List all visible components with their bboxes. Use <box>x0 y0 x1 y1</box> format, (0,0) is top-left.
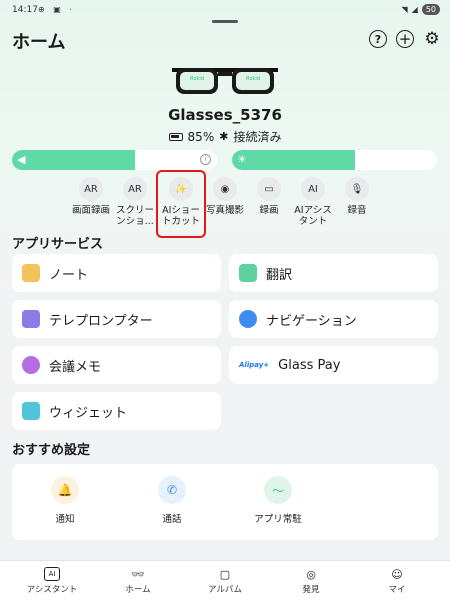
brightness-icon: ☀ <box>237 153 247 166</box>
shortcut-label: 写真撮影 <box>205 205 244 216</box>
glasses-nav-icon: 👓 <box>131 567 145 581</box>
status-battery: 50 <box>421 4 440 15</box>
microphone-icon: 🎙 <box>345 177 369 201</box>
battery-icon <box>168 132 183 141</box>
shortcut-photo[interactable]: ◉ 写真撮影 <box>201 177 249 216</box>
card-label: Glass Pay <box>278 357 341 373</box>
device-name: Glasses_5376 <box>168 106 282 124</box>
shortcut-audio-record[interactable]: 🎙 録音 <box>333 177 381 216</box>
recommended-title: おすすめ設定 <box>12 443 91 458</box>
meeting-notes-icon <box>22 356 40 374</box>
nav-album[interactable]: ▢ アルバム <box>190 567 260 596</box>
ar-screenshot-icon: AR <box>123 177 147 201</box>
card-translate[interactable]: 翻訳 <box>229 254 438 292</box>
compass-icon: ◎ <box>306 567 316 581</box>
nav-my[interactable]: ☺ マイ <box>362 567 432 596</box>
info-icon[interactable]: i <box>200 154 211 165</box>
alipay-logo-icon: Alipay+ <box>239 361 270 369</box>
card-teleprompter[interactable]: テレプロンプター <box>12 300 221 338</box>
settings-icon[interactable]: ⚙ <box>423 29 441 49</box>
ar-screen-record-icon: AR <box>79 177 103 201</box>
card-label: ウィジェット <box>49 405 128 421</box>
nav-label: アシスタント <box>26 585 78 595</box>
shortcut-screenshot[interactable]: AR スクリー ンショ... <box>111 177 159 227</box>
video-icon: ▭ <box>257 177 281 201</box>
bluetooth-icon: ✱ <box>219 130 229 143</box>
camera-icon: ◉ <box>213 177 237 201</box>
navigation-pin-icon <box>239 310 257 328</box>
drag-handle[interactable] <box>212 20 238 23</box>
shortcut-ai-assistant[interactable]: AI AIアシス タント <box>289 177 337 227</box>
nav-assistant[interactable]: AI アシスタント <box>17 567 87 595</box>
card-label: テレプロンプター <box>49 313 153 329</box>
note-icon <box>22 264 40 282</box>
rec-label: アプリ常駐 <box>254 514 302 525</box>
shortcut-label: 録音 <box>347 205 367 216</box>
album-icon: ▢ <box>219 567 231 581</box>
bell-icon: 🔔 <box>51 476 79 504</box>
nav-label: ホーム <box>125 585 151 595</box>
shortcut-label: 録画 <box>259 205 279 216</box>
rec-call[interactable]: ✆ 通話 <box>132 476 212 525</box>
nav-discover[interactable]: ◎ 発見 <box>276 567 346 596</box>
glasses-image: Rokid Rokid <box>172 68 278 94</box>
shortcut-video[interactable]: ▭ 録画 <box>245 177 293 216</box>
translate-icon <box>239 264 257 282</box>
status-time: 14:17 <box>12 5 38 15</box>
device-status: 85% ✱ 接続済み <box>0 128 450 145</box>
status-notification-icons: ⊕ ▣ ⋅ <box>38 5 75 14</box>
bottom-nav: AI アシスタント 👓 ホーム ▢ アルバム ◎ 発見 ☺ マイ <box>0 560 450 600</box>
highlight-box <box>156 170 206 238</box>
shortcut-label: スクリー ンショ... <box>115 205 154 227</box>
card-note[interactable]: ノート <box>12 254 221 292</box>
card-navigation[interactable]: ナビゲーション <box>229 300 438 338</box>
connection-status: 接続済み <box>233 130 282 144</box>
nav-label: マイ <box>388 585 406 595</box>
widget-layers-icon <box>22 402 40 420</box>
lens-text-right: Rokid <box>246 76 260 82</box>
card-widget[interactable]: ウィジェット <box>12 392 221 430</box>
nav-label: 発見 <box>302 585 320 595</box>
signal-icon: ◢ <box>411 5 418 14</box>
rec-label: 通知 <box>55 514 75 525</box>
rec-notification[interactable]: 🔔 通知 <box>25 476 105 525</box>
ai-assistant-nav-icon: AI <box>44 567 60 581</box>
card-label: 会議メモ <box>49 359 102 375</box>
lens-text-left: Rokid <box>190 76 204 82</box>
battery-percent: 85% <box>187 129 215 144</box>
page-title: ホーム <box>12 32 66 53</box>
card-label: ノート <box>49 267 89 283</box>
volume-icon: ◀ <box>17 153 26 166</box>
help-icon[interactable]: ? <box>369 30 387 48</box>
shortcut-label: AIアシス タント <box>294 205 332 227</box>
card-glass-pay[interactable]: Alipay+ Glass Pay <box>229 346 438 384</box>
teleprompter-icon <box>22 310 40 328</box>
shortcut-screen-record[interactable]: AR 画面録画 <box>67 177 115 216</box>
status-bar: 14:17 ⊕ ▣ ⋅ ◥ ◢ 50 <box>0 0 450 22</box>
shortcut-label: 画面録画 <box>71 205 110 216</box>
rec-label: 通話 <box>162 514 182 525</box>
person-icon: ☺ <box>391 567 403 581</box>
nav-label: アルバム <box>208 585 242 595</box>
ai-assistant-icon: AI <box>301 177 325 201</box>
app-resident-icon: 〜 <box>264 476 292 504</box>
volume-slider[interactable]: ◀ i <box>12 150 217 170</box>
recommended-panel: 🔔 通知 ✆ 通話 〜 アプリ常駐 <box>12 464 438 540</box>
wifi-icon: ◥ <box>401 5 408 14</box>
app-services-title: アプリサービス <box>12 237 104 252</box>
brightness-slider[interactable]: ☀ <box>232 150 437 170</box>
card-meeting-notes[interactable]: 会議メモ <box>12 346 221 384</box>
card-label: ナビゲーション <box>266 313 357 329</box>
card-label: 翻訳 <box>266 267 293 283</box>
volume-slider-fill <box>12 150 135 170</box>
rec-app-resident[interactable]: 〜 アプリ常駐 <box>238 476 318 525</box>
nav-home[interactable]: 👓 ホーム <box>103 567 173 596</box>
brightness-slider-fill <box>232 150 355 170</box>
add-icon[interactable]: + <box>396 30 414 48</box>
phone-icon: ✆ <box>158 476 186 504</box>
status-right: ◥ ◢ 50 <box>401 4 440 15</box>
